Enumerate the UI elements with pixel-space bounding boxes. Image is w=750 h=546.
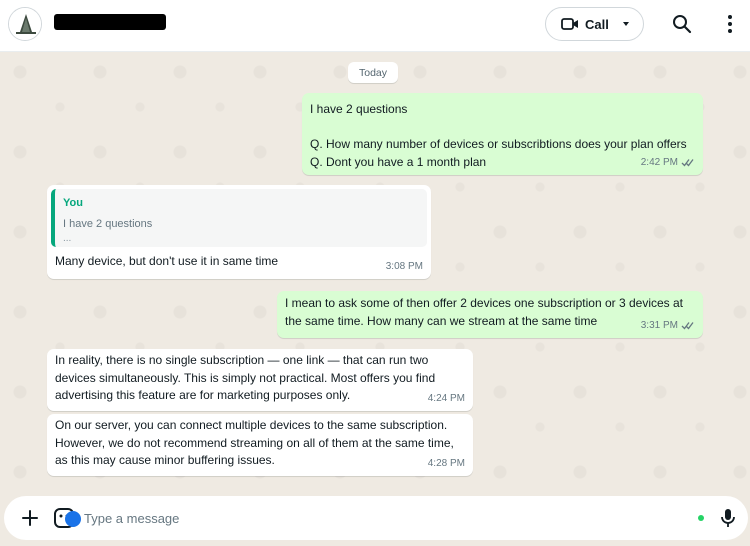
message-bubble-incoming[interactable]: In reality, there is no single subscript…	[47, 349, 473, 411]
message-meta: 4:24 PM	[428, 390, 465, 408]
double-check-icon	[681, 158, 694, 167]
contact-name[interactable]: redacted	[54, 14, 166, 30]
message-text: the same time. How many can we stream at…	[285, 313, 598, 328]
status-dot	[698, 515, 704, 521]
message-time: 3:08 PM	[385, 260, 423, 272]
message-time: 2:42 PM	[640, 156, 678, 168]
message-text: I have 2 questions	[310, 102, 408, 116]
message-text	[310, 119, 695, 137]
message-text: devices simultaneously. This is simply n…	[55, 370, 436, 385]
plus-icon[interactable]	[20, 508, 40, 528]
message-bubble-outgoing[interactable]: I mean to ask some of then offer 2 devic…	[277, 291, 703, 338]
message-meta: 3:31 PM	[641, 317, 695, 335]
chat-area[interactable]: Today I have 2 questions Q. How many num…	[0, 52, 750, 494]
message-composer	[4, 496, 748, 540]
call-button[interactable]: Call	[545, 7, 644, 41]
message-meta: 3:08 PM	[386, 258, 423, 276]
chat-header: redacted Call	[0, 0, 750, 52]
double-check-icon	[681, 321, 694, 330]
date-chip: Today	[348, 62, 398, 83]
message-text: In reality, there is no single subscript…	[55, 353, 429, 367]
message-text: I mean to ask some of then offer 2 devic…	[285, 296, 683, 310]
message-meta: 2:42 PM	[641, 154, 695, 172]
call-button-label: Call	[585, 16, 609, 32]
message-time: 3:31 PM	[640, 319, 678, 331]
menu-dots-icon[interactable]	[723, 13, 737, 35]
avatar[interactable]	[8, 7, 42, 41]
quote-author: You	[63, 197, 83, 209]
message-meta: 4:28 PM	[428, 455, 465, 473]
message-text: On our server, you can connect multiple …	[55, 418, 448, 432]
message-text: However, we do not recommend streaming o…	[55, 435, 454, 450]
message-text: Q. Dont you have a 1 month plan	[310, 154, 487, 169]
message-bubble-incoming[interactable]: You I have 2 questions ... Many device, …	[47, 185, 431, 279]
message-text: advertising this feature are for marketi…	[55, 388, 351, 402]
chevron-down-icon	[622, 22, 629, 26]
sticker-icon[interactable]	[54, 507, 82, 529]
video-camera-icon	[561, 18, 578, 30]
mic-icon[interactable]	[720, 507, 736, 529]
avatar-logo-icon	[9, 8, 41, 40]
message-time: 4:28 PM	[427, 457, 465, 469]
message-text: Many device, but don't use it in same ti…	[55, 254, 279, 268]
message-text: Q. How many number of devices or subscri…	[310, 137, 687, 151]
quote-text: I have 2 questions	[63, 217, 153, 230]
quoted-message[interactable]: You I have 2 questions ...	[51, 189, 427, 247]
message-input[interactable]	[84, 506, 684, 530]
quote-more: ...	[63, 233, 72, 244]
composer-footer	[0, 494, 750, 546]
message-time: 4:24 PM	[427, 392, 465, 404]
search-icon[interactable]	[671, 13, 693, 35]
message-bubble-incoming[interactable]: On our server, you can connect multiple …	[47, 414, 473, 476]
message-bubble-outgoing[interactable]: I have 2 questions Q. How many number of…	[302, 93, 703, 175]
message-text: as this may cause minor buffering issues…	[55, 453, 275, 467]
